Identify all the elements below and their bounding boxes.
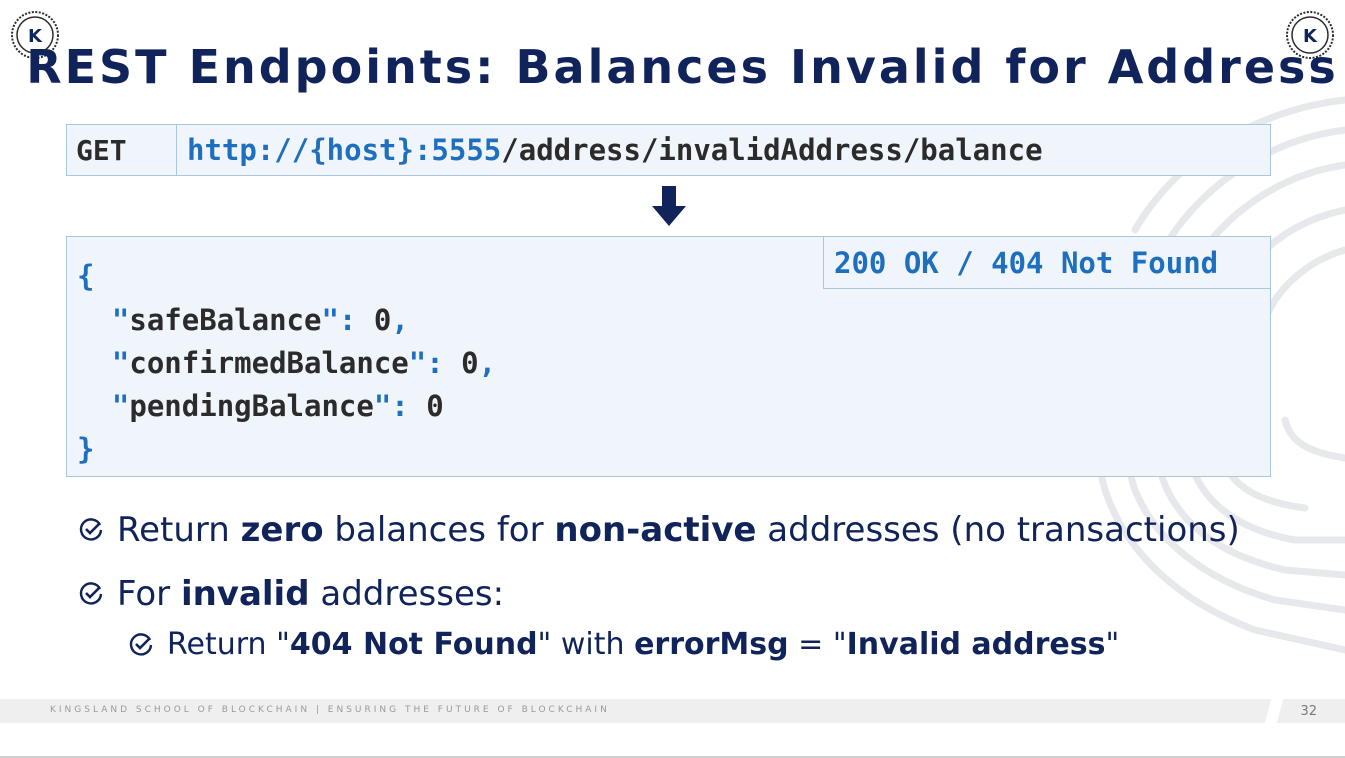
page-number: 32 (1300, 704, 1317, 719)
arrow-down-icon (652, 186, 686, 226)
bullet-404-not-found: Return "404 Not Found" with errorMsg = "… (128, 627, 1119, 662)
check-circle-icon (79, 518, 103, 541)
footer-bar: KINGSLAND SCHOOL OF BLOCKCHAIN | ENSURIN… (0, 699, 1345, 723)
json-close-brace: } (77, 432, 95, 466)
slide-title: REST Endpoints: Balances Invalid for Add… (26, 40, 1339, 94)
check-circle-icon (129, 632, 153, 656)
check-circle-icon (79, 582, 103, 605)
http-method: GET (67, 125, 177, 175)
footer-divider (1264, 699, 1284, 723)
response-box: 200 OK / 404 Not Found { "safeBalance": … (66, 236, 1271, 477)
request-url: http://{host}:5555/address/invalidAddres… (177, 133, 1043, 167)
json-field: "safeBalance": 0, (111, 303, 409, 337)
bullet-invalid-addresses: For invalid addresses: (78, 574, 504, 614)
footer-tagline: KINGSLAND SCHOOL OF BLOCKCHAIN | ENSURIN… (50, 705, 610, 715)
request-box: GET http://{host}:5555/address/invalidAd… (66, 124, 1271, 176)
bullet-zero-balances: Return zero balances for non-active addr… (78, 510, 1240, 550)
json-field: "confirmedBalance": 0, (111, 346, 497, 380)
json-field: "pendingBalance": 0 (111, 389, 444, 423)
url-host: http://{host}:5555 (187, 133, 502, 167)
json-open-brace: { (77, 259, 95, 293)
status-code-label: 200 OK / 404 Not Found (823, 237, 1270, 289)
url-path: /address/invalidAddress/balance (501, 133, 1043, 167)
